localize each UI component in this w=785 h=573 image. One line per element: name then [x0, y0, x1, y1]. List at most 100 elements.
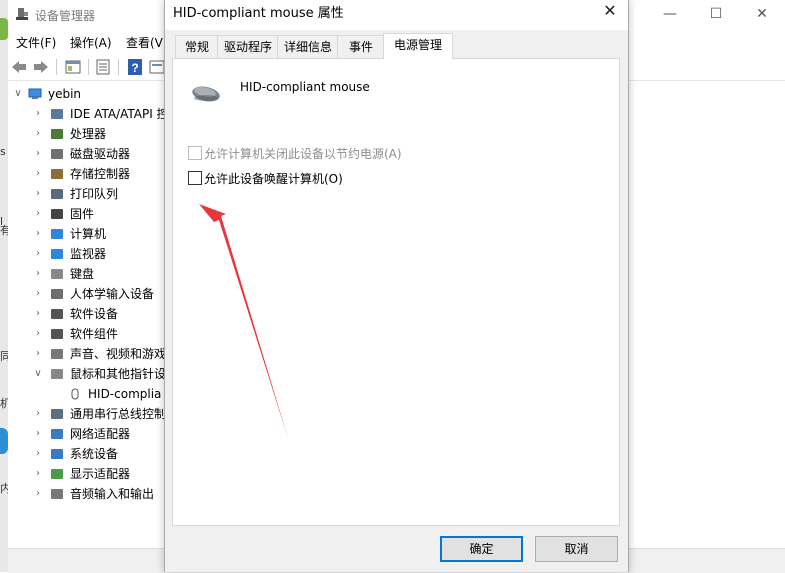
tree-item-label: 音频输入和输出 — [70, 487, 155, 501]
ide-icon — [51, 109, 63, 119]
background-app-icon — [0, 428, 8, 454]
background-glyph: s — [0, 145, 6, 158]
back-arrow-icon[interactable] — [10, 58, 28, 76]
processor-icon — [51, 129, 63, 139]
mouse-icon — [192, 86, 220, 102]
tree-item-label: HID-complia — [88, 387, 162, 401]
forward-arrow-icon[interactable] — [32, 58, 50, 76]
tab-details[interactable]: 详细信息 — [277, 35, 339, 58]
chevron-right-icon[interactable]: › — [32, 104, 44, 124]
chevron-right-icon[interactable]: › — [32, 404, 44, 424]
chevron-right-icon[interactable]: › — [32, 124, 44, 144]
software-component-icon — [51, 329, 63, 339]
chevron-right-icon[interactable]: › — [32, 444, 44, 464]
tree-item-label: 声音、视频和游戏 — [70, 347, 167, 361]
display-adapter-icon — [51, 469, 63, 479]
computer-icon — [51, 229, 63, 239]
tree-item-label: 处理器 — [70, 127, 107, 141]
tree-item-label: IDE ATA/ATAPI 控 — [70, 107, 169, 121]
tree-item-label: 键盘 — [70, 267, 95, 281]
background-glyph: 同 — [0, 350, 8, 363]
chevron-right-icon[interactable]: › — [32, 144, 44, 164]
svg-text:?: ? — [131, 61, 138, 75]
tree-item-label: 软件组件 — [70, 327, 119, 341]
tree-item-label: 显示适配器 — [70, 467, 131, 481]
chevron-down-icon[interactable]: ∨ — [32, 364, 44, 384]
tab-general[interactable]: 常规 — [175, 35, 219, 58]
allow-wake-checkbox[interactable] — [188, 171, 202, 185]
tree-item-label: 网络适配器 — [70, 427, 131, 441]
allow-power-off-option: 允许计算机关闭此设备以节约电源(A) — [188, 145, 428, 161]
background-app-icon — [0, 18, 8, 40]
tree-item-label: 监视器 — [70, 247, 107, 261]
tree-item-label: 软件设备 — [70, 307, 119, 321]
background-window-edge: s l 有 同 机 内 — [0, 0, 8, 572]
mouse-icon — [51, 369, 63, 379]
tree-item-label: 存储控制器 — [70, 167, 131, 181]
keyboard-icon — [51, 269, 63, 279]
mouse-device-icon — [71, 388, 79, 400]
allow-wake-label: 允许此设备唤醒计算机(O) — [204, 172, 343, 186]
disk-icon — [51, 149, 63, 159]
chevron-right-icon[interactable]: › — [32, 464, 44, 484]
tab-power-management[interactable]: 电源管理 — [383, 33, 453, 59]
tree-item-label: 人体学输入设备 — [70, 287, 155, 301]
tree-item-label: 打印队列 — [70, 187, 119, 201]
menu-action[interactable]: 操作(A) — [70, 34, 112, 51]
toolbar-separator — [88, 59, 89, 75]
chevron-right-icon[interactable]: › — [32, 284, 44, 304]
power-management-panel: HID-compliant mouse 允许计算机关闭此设备以节约电源(A) 允… — [172, 58, 620, 526]
computer-root-icon — [28, 88, 42, 99]
background-glyph: 机 — [0, 397, 8, 410]
network-icon — [51, 429, 63, 439]
show-hide-tree-icon[interactable] — [64, 58, 82, 76]
tab-events[interactable]: 事件 — [337, 35, 385, 58]
toolbar-separator — [56, 59, 57, 75]
device-manager-title: 设备管理器 — [35, 9, 96, 23]
dialog-close-button[interactable]: ✕ — [592, 0, 628, 26]
chevron-right-icon[interactable]: › — [32, 184, 44, 204]
chevron-right-icon[interactable]: › — [32, 244, 44, 264]
dialog-title: HID-compliant mouse 属性 — [173, 6, 344, 21]
software-device-icon — [51, 309, 63, 319]
system-icon — [51, 449, 63, 459]
dialog-titlebar: HID-compliant mouse 属性 ✕ — [165, 0, 628, 30]
maximize-button[interactable]: ☐ — [693, 0, 739, 30]
tree-item-label: 系统设备 — [70, 447, 119, 461]
menu-file[interactable]: 文件(F) — [16, 34, 56, 51]
chevron-right-icon[interactable]: › — [32, 304, 44, 324]
allow-power-off-checkbox[interactable] — [188, 146, 202, 160]
device-manager-icon — [16, 8, 28, 20]
close-button[interactable]: ✕ — [739, 0, 785, 30]
hid-icon — [51, 289, 63, 299]
toolbar-separator — [118, 59, 119, 75]
cancel-button[interactable]: 取消 — [535, 536, 618, 562]
storage-icon — [51, 169, 63, 179]
tab-driver[interactable]: 驱动程序 — [217, 35, 279, 58]
audio-io-icon — [51, 489, 63, 499]
chevron-right-icon[interactable]: › — [32, 424, 44, 444]
help-icon[interactable]: ? — [126, 58, 144, 76]
ok-button[interactable]: 确定 — [440, 536, 523, 562]
chevron-right-icon[interactable]: › — [32, 264, 44, 284]
properties-icon[interactable] — [94, 58, 112, 76]
background-glyph: 内 — [0, 482, 8, 495]
minimize-button[interactable]: — — [647, 0, 693, 30]
chevron-right-icon[interactable]: › — [32, 204, 44, 224]
tree-item-label: 磁盘驱动器 — [70, 147, 131, 161]
firmware-icon — [51, 209, 63, 219]
chevron-right-icon[interactable]: › — [32, 224, 44, 244]
chevron-down-icon[interactable]: ∨ — [12, 84, 24, 104]
background-glyph: 有 — [0, 224, 8, 237]
menu-view[interactable]: 查看(V) — [126, 34, 168, 51]
chevron-right-icon[interactable]: › — [32, 344, 44, 364]
audio-icon — [51, 349, 63, 359]
usb-icon — [51, 409, 63, 419]
chevron-right-icon[interactable]: › — [32, 484, 44, 504]
tree-item-label: 计算机 — [70, 227, 107, 241]
properties-dialog: HID-compliant mouse 属性 ✕ 常规 驱动程序 详细信息 事件… — [164, 0, 629, 572]
chevron-right-icon[interactable]: › — [32, 164, 44, 184]
allow-power-off-label: 允许计算机关闭此设备以节约电源(A) — [204, 147, 402, 161]
allow-wake-option: 允许此设备唤醒计算机(O) — [188, 170, 368, 186]
chevron-right-icon[interactable]: › — [32, 324, 44, 344]
